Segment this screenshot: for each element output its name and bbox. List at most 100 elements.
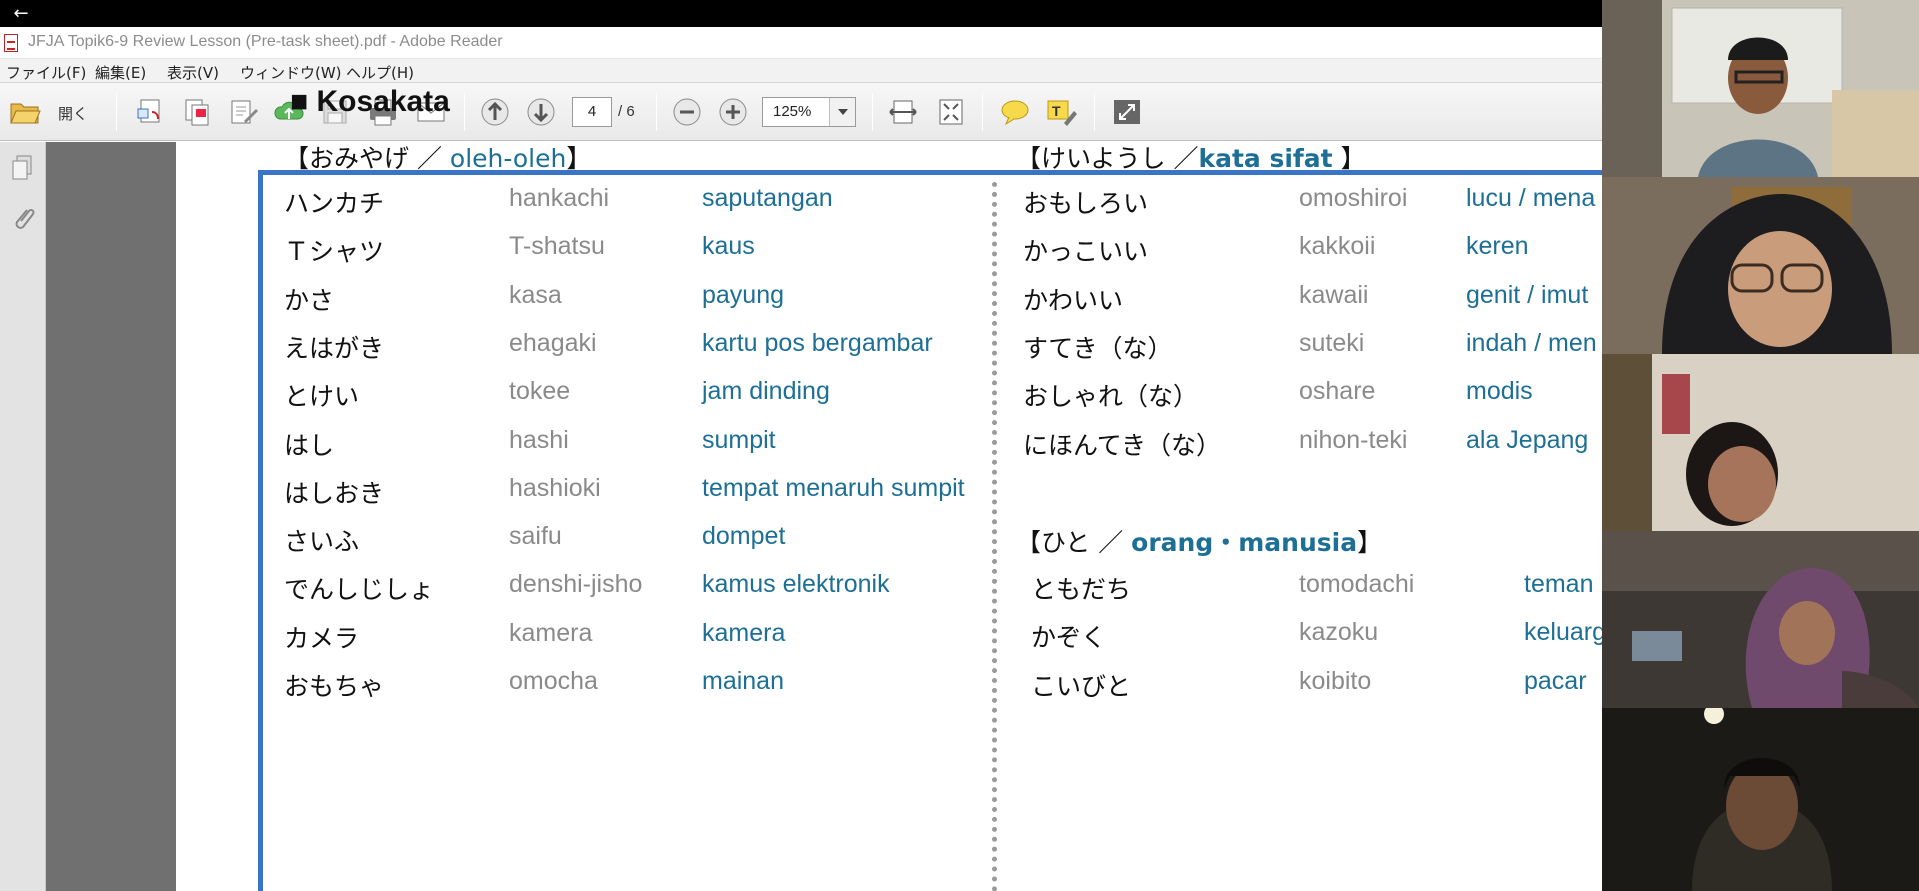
- vocab-jp: さいふ: [284, 527, 360, 557]
- vocab-romaji: tomodachi: [1299, 570, 1415, 598]
- vocab-id: lucu / mena: [1466, 184, 1596, 212]
- vocab-id: indah / men: [1466, 328, 1597, 357]
- previous-page-icon[interactable]: [478, 95, 512, 129]
- menu-view[interactable]: 表示(V): [167, 62, 219, 83]
- participant-video-2[interactable]: [1602, 177, 1919, 354]
- toolbar-separator: [872, 93, 873, 131]
- vocab-id: jam dinding: [702, 377, 830, 406]
- vocab-romaji: omoshiroi: [1299, 184, 1408, 212]
- vocab-romaji: ehagaki: [509, 328, 597, 357]
- participant-video-1[interactable]: [1602, 0, 1919, 177]
- vocab-romaji: nihon-teki: [1299, 425, 1408, 454]
- heading-hito-jp: 【ひと ／: [1016, 528, 1132, 557]
- comment-icon[interactable]: [998, 95, 1032, 129]
- vocab-romaji: kamera: [509, 618, 593, 647]
- vocab-jp: こいびと: [1031, 671, 1132, 701]
- vocab-jp: おもしろい: [1023, 189, 1149, 218]
- open-label[interactable]: 開く: [58, 103, 88, 124]
- vocab-romaji: hankachi: [509, 184, 610, 212]
- vocab-id: payung: [702, 280, 785, 309]
- highlight-icon[interactable]: T: [1044, 95, 1078, 129]
- vocab-romaji: hashioki: [509, 473, 601, 502]
- vocab-jp: おしゃれ（な）: [1023, 382, 1199, 412]
- vocab-jp: ともだち: [1031, 575, 1132, 604]
- vocab-romaji: denshi-jisho: [509, 570, 643, 599]
- attachments-icon[interactable]: [8, 202, 38, 236]
- vocab-romaji: kasa: [509, 280, 562, 309]
- fit-width-icon[interactable]: [886, 95, 920, 129]
- column-divider: [992, 182, 997, 891]
- vocab-romaji: suteki: [1299, 328, 1365, 357]
- vocab-id: modis: [1466, 377, 1533, 406]
- vocab-id: kamera: [702, 618, 786, 647]
- menu-edit[interactable]: 編集(E): [95, 62, 146, 83]
- toolbar-separator: [464, 93, 465, 131]
- vocab-id: mainan: [702, 667, 784, 695]
- vocab-id: kamus elektronik: [702, 570, 890, 599]
- participant-video-3[interactable]: [1602, 354, 1919, 531]
- vocab-id: kartu pos bergambar: [702, 328, 933, 357]
- heading-omiyage-id: oleh-oleh: [449, 144, 567, 173]
- vocab-id: tempat menaruh sumpit: [702, 473, 965, 502]
- vocab-jp: でんしじしょ: [284, 575, 435, 605]
- vocab-jp: かっこいい: [1023, 237, 1149, 267]
- vocab-romaji: saifu: [509, 522, 562, 551]
- heading-hito: 【ひと ／ orang・manusia】: [1016, 523, 1382, 559]
- menu-help[interactable]: ヘルプ(H): [346, 62, 414, 83]
- zoom-in-icon[interactable]: [716, 95, 750, 129]
- adobe-reader-window: JFJA Topik6-9 Review Lesson (Pre-task sh…: [0, 27, 1602, 891]
- section-title: ■ Kosakata: [290, 85, 450, 118]
- combine-icon[interactable]: [180, 95, 214, 129]
- heading-hito-id: orang・manusia: [1131, 528, 1358, 557]
- heading-hito-close: 】: [1357, 528, 1383, 557]
- heading-keiyoushi-close: 】: [1332, 144, 1366, 173]
- back-arrow-icon[interactable]: ←: [10, 3, 32, 25]
- vocab-jp: かさ: [284, 285, 335, 315]
- vocab-romaji: omocha: [509, 667, 598, 695]
- heading-keiyoushi-id: kata sifat: [1198, 144, 1333, 173]
- create-pdf-icon[interactable]: [134, 95, 168, 129]
- edit-icon[interactable]: [226, 95, 260, 129]
- fullscreen-icon[interactable]: [1110, 95, 1144, 129]
- zoom-out-icon[interactable]: [670, 95, 704, 129]
- toolbar: 開く 4 / 6 125% T: [0, 83, 1602, 141]
- vocab-jp: おもちゃ: [284, 672, 385, 701]
- pages-panel-icon[interactable]: [8, 152, 38, 186]
- pdf-page[interactable]: [176, 142, 1602, 891]
- open-folder-icon[interactable]: [8, 95, 42, 129]
- zoom-select[interactable]: 125%: [762, 97, 856, 127]
- vocab-jp: はし: [284, 430, 335, 460]
- toolbar-separator: [656, 93, 657, 131]
- heading-keiyoushi-jp: 【けいようし ／: [1016, 144, 1199, 173]
- vocab-romaji: oshare: [1299, 377, 1376, 406]
- next-page-icon[interactable]: [524, 95, 558, 129]
- vocab-id: keren: [1466, 232, 1529, 261]
- page-number-input[interactable]: 4: [572, 97, 612, 127]
- participant-video-4[interactable]: [1602, 531, 1919, 708]
- participant-video-5[interactable]: [1602, 708, 1919, 891]
- svg-text:T: T: [1052, 103, 1061, 119]
- video-participants-panel: [1602, 0, 1919, 891]
- vocab-romaji: kazoku: [1299, 618, 1379, 647]
- chevron-down-icon[interactable]: [829, 98, 855, 126]
- vocab-romaji: tokee: [509, 377, 571, 406]
- vocab-id: teman: [1524, 570, 1594, 598]
- title-bar: JFJA Topik6-9 Review Lesson (Pre-task sh…: [0, 27, 1602, 59]
- menu-file[interactable]: ファイル(F): [6, 62, 86, 83]
- vocab-jp: ハンカチ: [284, 189, 385, 218]
- toolbar-separator: [116, 93, 117, 131]
- vocab-id: sumpit: [702, 425, 776, 454]
- heading-omiyage-jp: 【おみやげ ／: [284, 144, 450, 173]
- vocab-romaji: T-shatsu: [509, 232, 605, 261]
- toolbar-separator: [982, 93, 983, 131]
- vocab-id: pacar: [1524, 666, 1587, 695]
- menu-window[interactable]: ウィンドウ(W): [240, 62, 342, 83]
- window-title: JFJA Topik6-9 Review Lesson (Pre-task sh…: [28, 33, 503, 50]
- heading-omiyage: 【おみやげ ／ oleh-oleh】: [284, 139, 591, 175]
- menu-bar: ファイル(F) 編集(E) 表示(V) ウィンドウ(W) ヘルプ(H): [0, 59, 1602, 83]
- toolbar-separator: [1094, 93, 1095, 131]
- fit-page-icon[interactable]: [934, 95, 968, 129]
- page-total: / 6: [618, 103, 635, 120]
- vocab-id: ala Jepang: [1466, 425, 1589, 454]
- vocab-jp: かぞく: [1031, 623, 1107, 653]
